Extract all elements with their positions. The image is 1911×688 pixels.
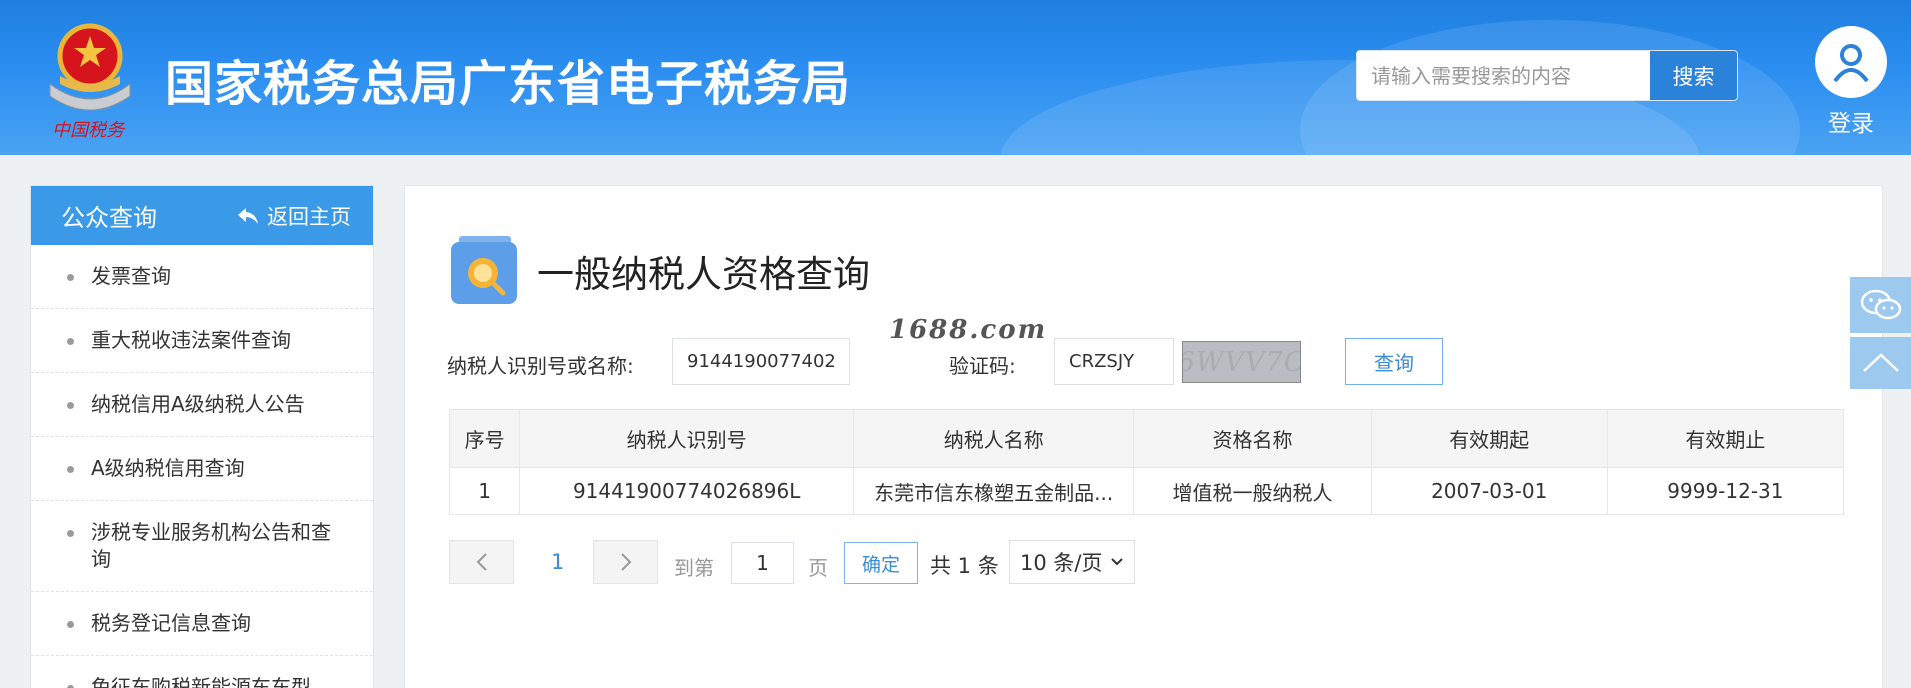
user-avatar-icon <box>1815 26 1887 98</box>
cell-qualification: 增值税一般纳税人 <box>1133 467 1372 515</box>
bullet-icon <box>67 466 74 473</box>
column-header-index: 序号 <box>448 409 521 468</box>
bullet-icon <box>67 402 74 409</box>
chevron-up-icon <box>1862 353 1899 372</box>
back-to-top-button[interactable] <box>1850 337 1911 389</box>
page-size-value: 10 条/页 <box>1020 551 1103 575</box>
sidebar-header: 公众查询 返回主页 <box>31 186 373 245</box>
cell-taxpayer-name: 东莞市信东橡塑五金制品... <box>853 467 1135 515</box>
site-title: 国家税务总局广东省电子税务局 <box>165 56 852 112</box>
login-button[interactable]: 登录 <box>1814 26 1888 138</box>
captcha-image[interactable]: 6WVV7C <box>1182 341 1301 383</box>
watermark-text: 1688.com <box>889 315 1048 345</box>
sidebar-item-label: 重大税收违法案件查询 <box>91 328 291 352</box>
sidebar-item-label: 税务登记信息查询 <box>91 611 251 635</box>
column-header-valid-from: 有效期起 <box>1370 409 1608 468</box>
sidebar-item-new-energy-vehicle[interactable]: 免征车购税新能源车车型 <box>31 656 373 688</box>
emblem-caption: 中国税务 <box>52 120 124 141</box>
chevron-left-icon <box>476 553 487 571</box>
pagination: 1 到第 页 确定 共 1 条 10 条/页 <box>449 540 1249 586</box>
query-button[interactable]: 查询 <box>1345 338 1443 385</box>
sidebar-item-label: 纳税信用A级纳税人公告 <box>91 392 305 416</box>
return-arrow-icon <box>238 207 258 224</box>
total-count: 共 1 条 <box>930 554 999 578</box>
sidebar-item-tax-registration-query[interactable]: 税务登记信息查询 <box>31 592 373 656</box>
sidebar-item-a-level-announcement[interactable]: 纳税信用A级纳税人公告 <box>31 373 373 437</box>
chevron-right-icon <box>620 553 631 571</box>
query-form: 纳税人识别号或名称: 1688.com 验证码: 6WVV7C 查询 <box>405 315 1882 388</box>
result-table: 序号 纳税人识别号 纳税人名称 资格名称 有效期起 有效期止 1 9144190… <box>448 409 1845 515</box>
goto-confirm-button[interactable]: 确定 <box>844 542 918 584</box>
column-header-taxpayer-id: 纳税人识别号 <box>519 409 855 468</box>
sidebar-item-label: 发票查询 <box>91 264 171 288</box>
captcha-image-text: 6WVV7C <box>1182 346 1301 378</box>
goto-page-input[interactable] <box>731 542 794 584</box>
sidebar-item-a-level-credit-query[interactable]: A级纳税信用查询 <box>31 437 373 501</box>
column-header-qualification: 资格名称 <box>1133 409 1372 468</box>
column-header-taxpayer-name: 纳税人名称 <box>853 409 1135 468</box>
search-button[interactable]: 搜索 <box>1650 51 1737 100</box>
cell-taxpayer-id: 91441900774026896L <box>519 467 855 515</box>
page-title: 一般纳税人资格查询 <box>537 253 870 296</box>
column-header-valid-to: 有效期止 <box>1606 409 1845 468</box>
bullet-icon <box>67 274 74 281</box>
taxpayer-label: 纳税人识别号或名称: <box>447 354 634 378</box>
page-unit-label: 页 <box>808 556 828 580</box>
captcha-label: 验证码: <box>949 354 1016 378</box>
sidebar-item-major-violation-query[interactable]: 重大税收违法案件查询 <box>31 309 373 373</box>
sidebar-item-label: 免征车购税新能源车车型 <box>91 675 311 688</box>
cell-valid-to: 9999-12-31 <box>1606 467 1845 515</box>
sidebar-item-invoice-query[interactable]: 发票查询 <box>31 245 373 309</box>
search-document-icon <box>451 236 517 304</box>
wechat-icon <box>1860 289 1901 320</box>
cell-valid-from: 2007-03-01 <box>1370 467 1608 515</box>
search-input[interactable] <box>1357 51 1651 100</box>
sidebar-item-tax-service-agency[interactable]: 涉税专业服务机构公告和查询 <box>31 501 373 592</box>
chevron-down-icon <box>1111 558 1123 566</box>
login-label: 登录 <box>1828 111 1874 137</box>
cell-index: 1 <box>448 467 521 515</box>
wechat-float-button[interactable] <box>1850 277 1911 333</box>
search-box: 搜索 <box>1356 50 1738 101</box>
sidebar-item-label: A级纳税信用查询 <box>91 456 245 480</box>
captcha-input[interactable] <box>1054 338 1174 385</box>
sidebar-title: 公众查询 <box>61 204 157 232</box>
goto-label: 到第 <box>674 556 714 580</box>
taxpayer-id-input[interactable] <box>672 338 850 385</box>
sidebar-item-label: 涉税专业服务机构公告和查询 <box>91 520 331 571</box>
back-home-link[interactable]: 返回主页 <box>237 201 351 231</box>
bullet-icon <box>67 338 74 345</box>
page-number-current[interactable]: 1 <box>551 550 564 574</box>
back-home-label: 返回主页 <box>267 204 351 229</box>
main-panel: 一般纳税人资格查询 纳税人识别号或名称: 1688.com 验证码: 6WVV7… <box>404 185 1883 688</box>
bullet-icon <box>67 530 74 537</box>
prev-page-button[interactable] <box>449 540 514 584</box>
page-size-select[interactable]: 10 条/页 <box>1009 540 1135 584</box>
table-header-row: 序号 纳税人识别号 纳税人名称 资格名称 有效期起 有效期止 <box>448 409 1845 468</box>
bullet-icon <box>67 621 74 628</box>
sidebar: 公众查询 返回主页 发票查询 重大税收违法案件查询 纳税信用A级纳税人公告 A级… <box>30 185 374 688</box>
table-row: 1 91441900774026896L 东莞市信东橡塑五金制品... 增值税一… <box>448 467 1845 515</box>
next-page-button[interactable] <box>593 540 658 584</box>
site-header: 中国税务 国家税务总局广东省电子税务局 搜索 登录 <box>0 0 1911 155</box>
